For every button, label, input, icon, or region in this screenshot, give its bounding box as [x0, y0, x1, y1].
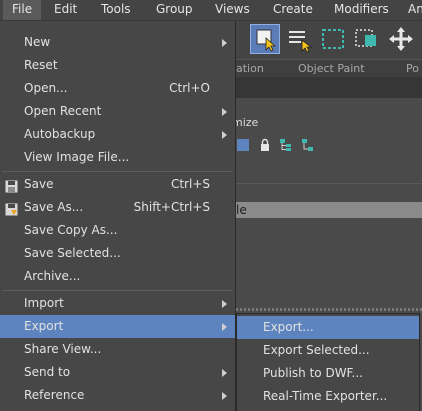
menu-group[interactable]: Group [147, 0, 202, 20]
chevron-right-icon [222, 108, 227, 116]
menu-create[interactable]: Create [264, 0, 322, 20]
submenu-item-real-time-exporter[interactable]: Real-Time Exporter... [237, 385, 419, 408]
menu-item-label: Reference [24, 388, 85, 402]
menu-item-label: Export [24, 319, 64, 333]
select-cursor-icon [256, 29, 277, 52]
chevron-right-icon [222, 131, 227, 139]
menu-item-save-as[interactable]: Save As... Shift+Ctrl+S [0, 196, 235, 219]
list-cursor-icon [289, 31, 313, 53]
shortcut-label: Ctrl+O [169, 81, 210, 95]
submenu-item-export-selected[interactable]: Export Selected... [237, 339, 419, 362]
save-icon [5, 178, 18, 193]
menu-item-share-view[interactable]: Share View... [0, 338, 235, 361]
menu-item-export[interactable]: Export [0, 315, 235, 338]
menu-item-import[interactable]: Import [0, 292, 235, 315]
menu-modifiers[interactable]: Modifiers [325, 0, 398, 20]
dashed-region-icon [322, 29, 344, 49]
menu-bar: File Edit Tools Group Views Create Modif… [0, 0, 422, 21]
hierarchy-icon[interactable] [278, 138, 292, 152]
ribbon-object-paint-label[interactable]: Object Paint [298, 62, 365, 75]
menu-item-label: New [24, 35, 51, 49]
menu-item-reference[interactable]: Reference [0, 384, 235, 407]
menu-edit[interactable]: Edit [45, 0, 86, 20]
shortcut-label: Ctrl+S [170, 177, 210, 191]
submenu-item-label: Real-Time Exporter... [263, 389, 388, 403]
menu-item-label: Save Selected... [24, 246, 121, 260]
menu-item-save[interactable]: Save Ctrl+S [0, 173, 235, 196]
column-header-label: le [236, 203, 247, 217]
menu-item-label: Send to [24, 365, 71, 379]
column-header[interactable]: le [236, 202, 422, 218]
menu-item-save-copy-as[interactable]: Save Copy As... [0, 219, 235, 242]
chevron-right-icon [222, 369, 227, 377]
menu-tools[interactable]: Tools [92, 0, 140, 20]
move-button[interactable] [386, 24, 416, 54]
ribbon-toolbar [236, 21, 422, 59]
menu-item-label: View Image File... [24, 150, 130, 164]
submenu-item-label: Export... [263, 320, 314, 334]
menu-item-view-image-file[interactable]: View Image File... [0, 146, 235, 169]
menu-views[interactable]: Views [206, 0, 259, 20]
resize-grip[interactable] [236, 308, 422, 311]
export-submenu: Export... Export Selected... Publish to … [236, 313, 420, 411]
menu-item-label: Open... [24, 81, 68, 95]
menu-item-label: Reset [24, 58, 58, 72]
menu-animation[interactable]: An [399, 0, 422, 20]
select-object-button[interactable] [250, 24, 280, 54]
lock-icon[interactable] [258, 138, 272, 152]
menu-item-open[interactable]: Open... Ctrl+O [0, 77, 235, 100]
chevron-right-icon [222, 323, 227, 331]
menu-separator [2, 171, 233, 172]
menu-item-label: Save Copy As... [24, 223, 118, 237]
menu-separator [2, 290, 233, 291]
ribbon-populate-label[interactable]: Po [406, 62, 419, 75]
display-toggle-icon[interactable] [236, 138, 250, 152]
window-crossing-icon [355, 29, 376, 47]
shortcut-label: Shift+Ctrl+S [133, 200, 210, 214]
submenu-item-label: Export Selected... [263, 343, 370, 357]
ribbon-group-labels: ation Object Paint Po [236, 59, 422, 78]
submenu-item-label: Publish to DWF... [263, 366, 363, 380]
select-by-name-button[interactable] [284, 24, 314, 54]
menu-item-label: Save [24, 177, 54, 191]
menu-file[interactable]: File [3, 0, 42, 20]
menu-item-open-recent[interactable]: Open Recent [0, 100, 235, 123]
explorer-toolbar [232, 136, 322, 156]
menu-item-save-selected[interactable]: Save Selected... [0, 242, 235, 265]
menu-item-autobackup[interactable]: Autobackup [0, 123, 235, 146]
save-as-icon [5, 201, 18, 216]
menu-item-label: Import [24, 296, 64, 310]
menu-item-label: Open Recent [24, 104, 102, 118]
menu-item-label: Share View... [24, 342, 102, 356]
menu-item-send-to[interactable]: Send to [0, 361, 235, 384]
chevron-right-icon [222, 300, 227, 308]
hierarchy-sort-icon[interactable] [300, 138, 314, 152]
submenu-item-export[interactable]: Export... [237, 316, 419, 339]
chevron-right-icon [222, 392, 227, 400]
menu-item-new[interactable]: New [0, 31, 235, 54]
menu-item-label: Autobackup [24, 127, 96, 141]
file-menu: New Reset Open... Ctrl+O Open Recent Aut… [0, 21, 236, 411]
move-arrows-icon [389, 27, 413, 51]
ribbon-collapse-strip [236, 77, 422, 98]
menu-item-label: Save As... [24, 200, 84, 214]
menu-item-reset[interactable]: Reset [0, 54, 235, 77]
chevron-right-icon [222, 39, 227, 47]
window-crossing-button[interactable] [352, 24, 382, 54]
ribbon-selection-label: ation [236, 62, 264, 75]
submenu-item-publish-to-dwf[interactable]: Publish to DWF... [237, 362, 419, 385]
menu-item-label: Archive... [24, 269, 81, 283]
menu-item-archive[interactable]: Archive... [0, 265, 235, 288]
region-select-button[interactable] [318, 24, 348, 54]
panel-divider [236, 183, 422, 184]
